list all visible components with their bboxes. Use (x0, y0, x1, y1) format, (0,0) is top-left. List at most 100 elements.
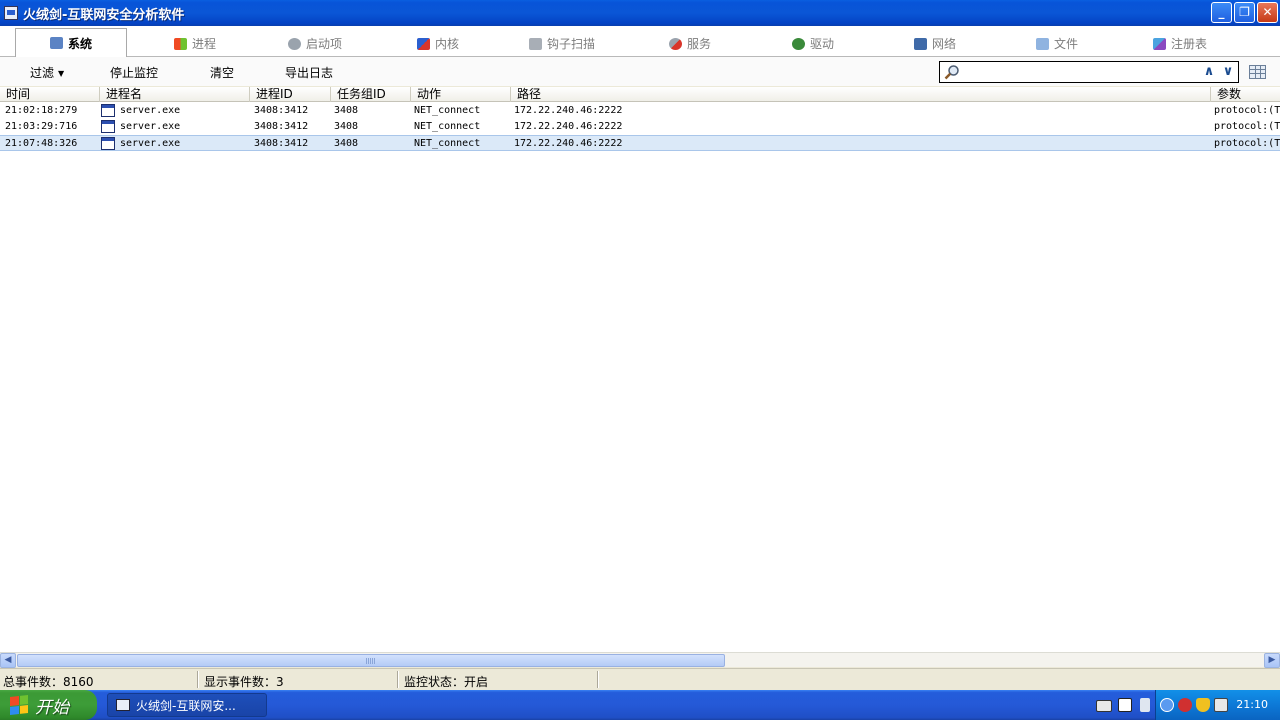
cell-params: protocol:(T (1214, 138, 1280, 149)
status-divider (597, 671, 599, 688)
table-row[interactable]: 21:02:18:279 server.exe 3408:3412 3408 N… (0, 103, 1280, 119)
vm-tools-icon[interactable] (1214, 698, 1228, 712)
scroll-right-icon[interactable]: ▶ (1264, 653, 1280, 668)
cell-params: protocol:(T (1214, 121, 1280, 132)
tab-files[interactable]: 文件 (1012, 30, 1102, 57)
tab-network[interactable]: 网络 (890, 30, 980, 57)
windows-security-icon[interactable] (1196, 698, 1210, 712)
window-app-icon (101, 137, 115, 150)
gear-icon (287, 37, 301, 50)
tab-process[interactable]: 进程 (150, 30, 240, 57)
monitor-icon (49, 37, 63, 49)
event-table: 时间 进程名 进程ID 任务组ID 动作 路径 参数 21:02:18:279 … (0, 87, 1280, 652)
status-divider (397, 671, 399, 688)
close-button[interactable]: ✕ (1257, 2, 1278, 23)
cell-time: 21:02:18:279 (5, 105, 78, 116)
tab-bar: 系统 进程 启动项 内核 钩子扫描 服务 驱动 网络 文件 注册表 (0, 26, 1280, 58)
window-app-icon (101, 104, 115, 117)
clock[interactable]: 21:10 (1236, 698, 1268, 711)
minimize-button[interactable]: _ (1211, 2, 1232, 23)
horizontal-scrollbar[interactable]: ◀ ▶ (0, 652, 1280, 668)
cell-action: NET_connect (414, 121, 481, 132)
cell-action: NET_connect (414, 138, 481, 149)
cell-pid: 3408:3412 (254, 105, 309, 116)
cell-path: 172.22.240.46:2222 (514, 121, 623, 132)
scroll-left-icon[interactable]: ◀ (0, 653, 16, 668)
cell-process: server.exe (120, 121, 181, 132)
column-header-params[interactable]: 参数 (1210, 87, 1280, 102)
start-button[interactable]: 开始 (0, 690, 97, 720)
tab-system[interactable]: 系统 (15, 28, 127, 58)
table-row[interactable]: 21:03:29:716 server.exe 3408:3412 3408 N… (0, 119, 1280, 135)
dropdown-arrow-icon: ▼ (58, 69, 65, 78)
tab-registry[interactable]: 注册表 (1130, 30, 1230, 57)
column-header-time[interactable]: 时间 (0, 87, 99, 102)
cell-process: server.exe (120, 138, 181, 149)
cell-group-id: 3408 (334, 121, 359, 132)
registry-icon (1152, 37, 1166, 50)
network-connection-icon[interactable] (1140, 698, 1150, 712)
security-shield-icon[interactable] (1178, 698, 1192, 712)
cell-time: 21:07:48:326 (5, 138, 78, 149)
windows-flag-icon (173, 37, 187, 50)
title-bar[interactable]: 火绒剑-互联网安全分析软件 _ ❐ ✕ (0, 0, 1280, 26)
cell-pid: 3408:3412 (254, 121, 309, 132)
stop-monitor-button[interactable]: 停止监控 (110, 64, 158, 81)
driver-icon (791, 37, 805, 50)
window-app-icon (101, 120, 115, 133)
cell-group-id: 3408 (334, 138, 359, 149)
search-input[interactable] (962, 64, 1194, 80)
window-controls: _ ❐ ✕ (1211, 2, 1278, 23)
cell-time: 21:03:29:716 (5, 121, 78, 132)
table-row-selected[interactable]: 21:07:48:326 server.exe 3408:3412 3408 N… (0, 135, 1280, 151)
column-settings-icon[interactable] (1249, 65, 1266, 79)
keyboard-icon[interactable] (1096, 700, 1112, 712)
system-tray: 21:10 (1096, 690, 1280, 720)
clear-button[interactable]: 清空 (210, 64, 234, 81)
taskbar: 开始 火绒剑-互联网安... 21:10 (0, 690, 1280, 720)
status-shown-events: 显示事件数：3 (204, 675, 284, 689)
taskbar-app-button[interactable]: 火绒剑-互联网安... (107, 693, 267, 717)
column-header-group-id[interactable]: 任务组ID (330, 87, 410, 102)
status-total-events: 总事件数：8160 (3, 675, 94, 689)
kernel-icon (416, 37, 430, 50)
app-icon (116, 699, 130, 711)
network-icon (913, 37, 927, 50)
tab-startup[interactable]: 启动项 (270, 30, 360, 57)
column-header-action[interactable]: 动作 (410, 87, 510, 102)
restore-button[interactable]: ❐ (1234, 2, 1255, 23)
column-header-process[interactable]: 进程名 (99, 87, 249, 102)
hook-icon (528, 37, 542, 50)
cell-group-id: 3408 (334, 105, 359, 116)
status-monitor-state: 监控状态：开启 (404, 675, 489, 689)
search-box: ∧ ∨ (939, 61, 1239, 83)
search-next-button[interactable]: ∨ (1220, 63, 1236, 81)
app-icon (4, 6, 18, 20)
filter-button[interactable]: 过滤 ▼ (30, 64, 64, 81)
cell-process: server.exe (120, 105, 181, 116)
window-title: 火绒剑-互联网安全分析软件 (23, 7, 185, 23)
export-log-button[interactable]: 导出日志 (285, 64, 333, 81)
cell-action: NET_connect (414, 105, 481, 116)
help-icon[interactable] (1118, 698, 1132, 712)
column-header-pid[interactable]: 进程ID (249, 87, 330, 102)
tab-services[interactable]: 服务 (645, 30, 735, 57)
column-header-path[interactable]: 路径 (510, 87, 1210, 102)
scrollbar-thumb[interactable] (17, 654, 725, 667)
file-icon (1035, 37, 1049, 50)
cell-pid: 3408:3412 (254, 138, 309, 149)
grip-icon (366, 658, 376, 664)
status-divider (197, 671, 199, 688)
status-bar: 总事件数：8160 显示事件数：3 监控状态：开启 (0, 668, 1280, 690)
tab-drivers[interactable]: 驱动 (768, 30, 858, 57)
cell-path: 172.22.240.46:2222 (514, 138, 623, 149)
cell-path: 172.22.240.46:2222 (514, 105, 623, 116)
expand-tray-icon[interactable] (1160, 698, 1174, 712)
tab-hook-scan[interactable]: 钩子扫描 (512, 30, 612, 57)
tab-kernel[interactable]: 内核 (393, 30, 483, 57)
cell-params: protocol:(T (1214, 105, 1280, 116)
search-icon (944, 65, 959, 80)
windows-logo-icon (10, 695, 28, 715)
search-prev-button[interactable]: ∧ (1201, 63, 1217, 81)
service-icon (668, 37, 682, 50)
